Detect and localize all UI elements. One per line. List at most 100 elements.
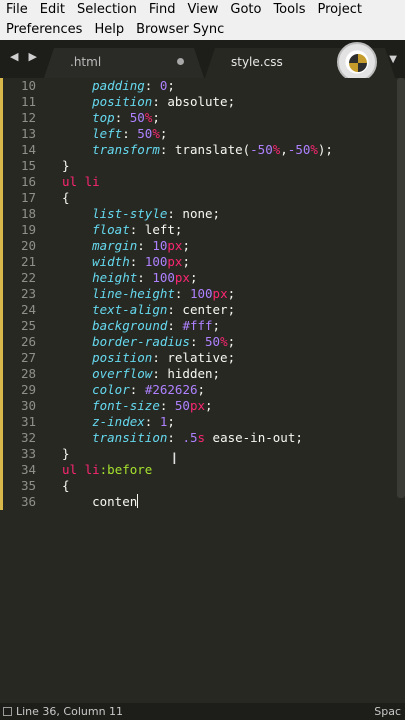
code-token-val: : translate( [159,142,251,157]
code-token-unit: px [189,398,206,413]
unsaved-dot-icon[interactable] [177,58,184,65]
code-token-val: ; [152,110,160,125]
code-token-val: : [129,254,145,269]
line-number: 11 [20,94,36,109]
panel-toggle-icon[interactable] [3,707,12,716]
menu-browser-sync[interactable]: Browser Sync [130,20,230,40]
tab-html[interactable]: .html [44,48,204,78]
code-line: 26 border-radius: 50%; [0,334,405,350]
menu-preferences[interactable]: Preferences [0,20,88,40]
menu-edit[interactable]: Edit [34,0,71,20]
code-token-unit: % [152,126,160,141]
menu-goto[interactable]: Goto [224,0,267,20]
menu-help[interactable]: Help [88,20,130,40]
line-number: 17 [20,190,36,205]
code-token-num: 10 [152,238,168,253]
code-token-prop: border-radius [92,334,190,349]
code-token-num: 100 [189,286,213,301]
menu-tools[interactable]: Tools [267,0,311,20]
code-text: font-size: 50px; [62,398,213,414]
code-token-num: -50 [287,142,311,157]
code-token-prop: background [92,318,168,333]
code-token-num: #fff [182,318,213,333]
code-token-prop: overflow [92,366,153,381]
code-token-val: : left; [129,222,183,237]
code-text: } [62,158,70,174]
code-line: 20 margin: 10px; [0,238,405,254]
code-text: line-height: 100px; [62,286,235,302]
code-line: 10 padding: 0; [0,78,405,94]
code-token-val: ; [227,286,236,301]
code-text: color: #262626; [62,382,205,398]
line-number: 35 [20,478,36,493]
code-line: 28 overflow: hidden; [0,366,405,382]
code-text: float: left; [62,222,182,238]
menu-find[interactable]: Find [143,0,182,20]
editor-scrollbar[interactable] [397,78,405,498]
code-token-prop: top [92,110,115,125]
code-text: border-radius: 50%; [62,334,235,350]
code-token-val: : [167,430,183,445]
code-line: 12 top: 50%; [0,110,405,126]
code-token-prop: line-height [92,286,175,301]
forward-arrow-icon[interactable]: ▶ [28,50,36,63]
code-text: } [62,446,70,462]
code-line: 13 left: 50%; [0,126,405,142]
menu-selection[interactable]: Selection [71,0,143,20]
code-token-val: : [114,110,130,125]
code-line: 22 height: 100px; [0,270,405,286]
line-number: 21 [20,254,36,269]
code-token-prop: transition [92,430,168,445]
line-number: 34 [20,462,36,477]
code-token-prop: list-style [92,206,168,221]
code-text: overflow: hidden; [62,366,220,382]
line-number: 22 [20,270,36,285]
line-number: 15 [20,158,36,173]
code-editor[interactable]: 10 padding: 0; 11 position: absolute; 12 t… [0,78,405,703]
code-text: left: 50%; [62,126,167,142]
code-token-val: ); [317,142,333,157]
code-line: 15} [0,158,405,174]
tab-nav-arrows: ◀ ▶ [10,50,37,63]
menu-row-1: File Edit Selection Find View Goto Tools Projec… [0,0,368,20]
code-line: 24 text-align: center; [0,302,405,318]
line-number: 16 [20,174,36,189]
status-bar: Line 36, Column 11 Spac [0,703,405,720]
line-number: 28 [20,366,36,381]
indentation-setting[interactable]: Spac [374,703,401,720]
text-cursor-ibeam-icon: I [172,449,177,468]
code-token-val: : [129,382,145,397]
menu-file[interactable]: File [0,0,34,20]
code-token-val: : none; [167,206,221,221]
line-number: 36 [20,494,36,509]
line-number: 29 [20,382,36,397]
code-token-unit: % [220,334,228,349]
code-token-val: ; [205,398,213,413]
code-token-val: : center; [167,302,236,317]
code-token-unit: % [310,142,318,157]
code-text: text-align: center; [62,302,235,318]
tab-label: style.css [231,55,283,69]
text-caret [137,494,139,508]
code-text: top: 50%; [62,110,160,126]
code-text: list-style: none; [62,206,220,222]
menu-project[interactable]: Project [311,0,367,20]
tab-dropdown-icon[interactable]: ▼ [389,54,397,65]
back-arrow-icon[interactable]: ◀ [10,50,18,63]
code-line: 11 position: absolute; [0,94,405,110]
code-line: 30 font-size: 50px; [0,398,405,414]
code-token-val: conten [92,494,138,509]
menu-view[interactable]: View [182,0,225,20]
code-token-val: : [137,270,153,285]
code-token-brace: } [62,158,70,173]
code-token-val: ; [197,382,206,397]
code-line: 19 float: left; [0,222,405,238]
code-token-prop: left [92,126,123,141]
